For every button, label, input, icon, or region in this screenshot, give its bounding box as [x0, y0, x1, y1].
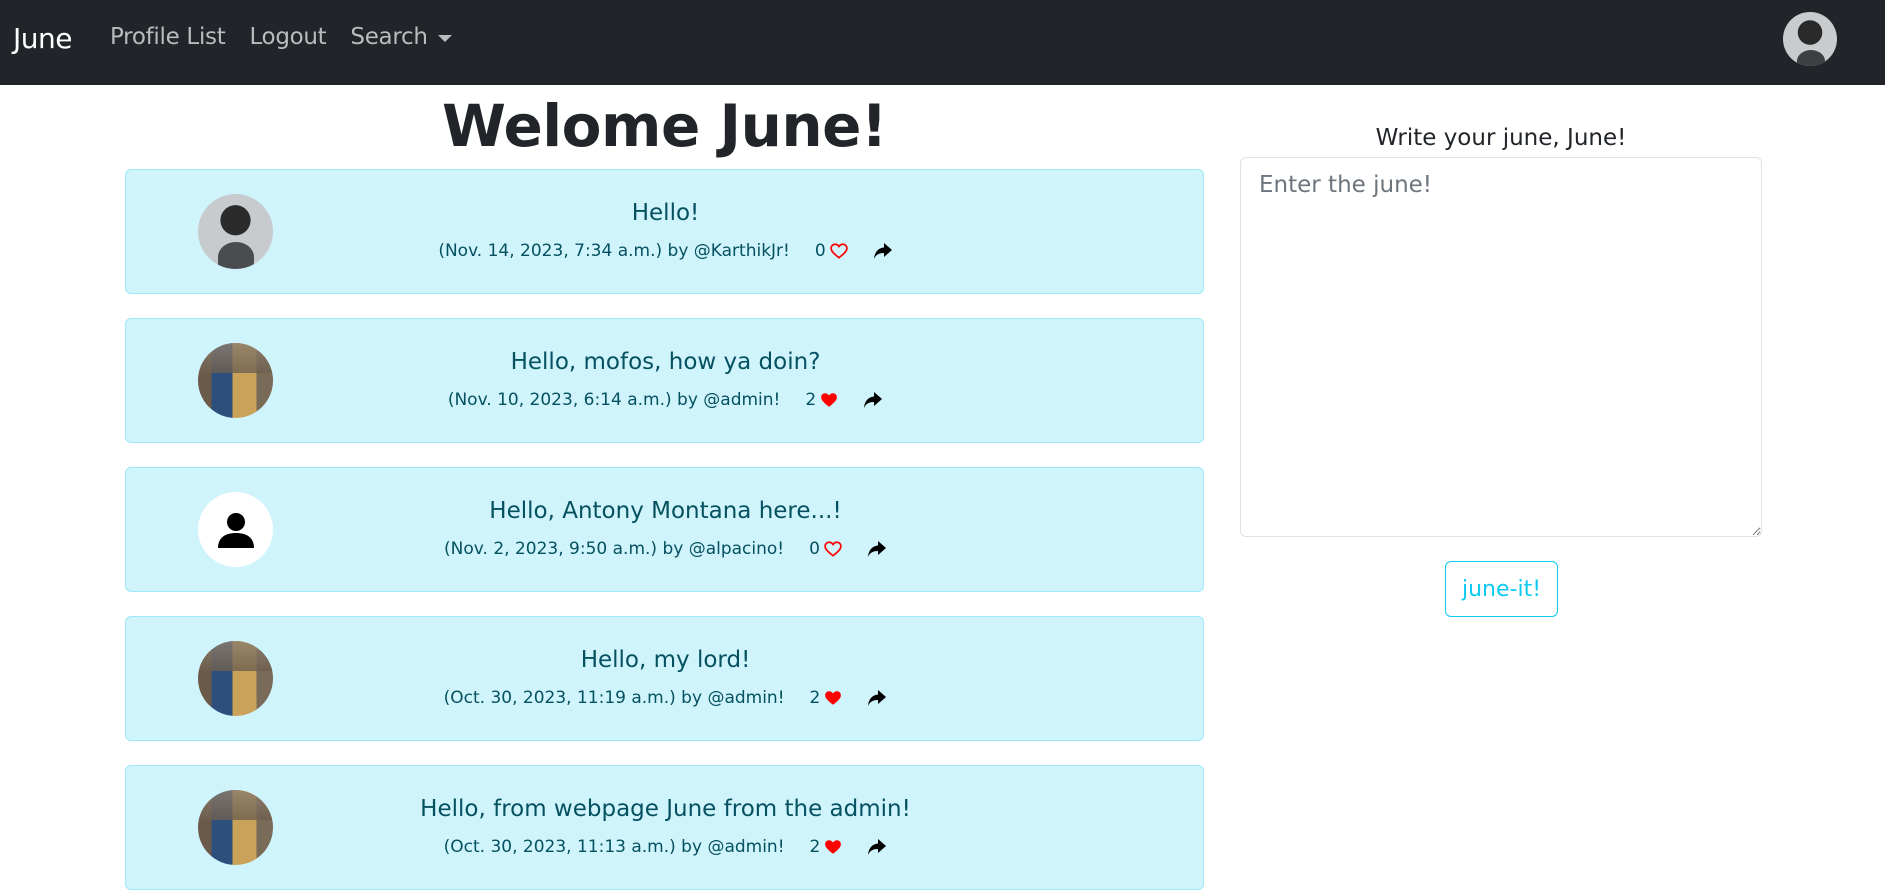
like-count: 2 [805, 390, 817, 410]
feed-item-meta: (Oct. 30, 2023, 11:19 a.m.) by @admin! 2 [126, 688, 1205, 708]
feed-item-text: Hello! [631, 200, 700, 226]
nav-links: Profile List Logout Search [110, 24, 476, 50]
feed-item-meta: (Nov. 10, 2023, 6:14 a.m.) by @admin! 2 [126, 390, 1205, 410]
like-button[interactable]: 2 [810, 837, 843, 857]
compose-label: Write your june, June! [1375, 125, 1627, 151]
like-button[interactable]: 0 [815, 241, 848, 261]
share-icon[interactable] [867, 838, 887, 856]
share-icon[interactable] [863, 391, 883, 409]
feed-item-text: Hello, from webpage June from the admin! [420, 796, 911, 822]
search-dropdown-label: Search [350, 24, 428, 50]
chevron-down-icon [437, 34, 452, 42]
nav-link-logout[interactable]: Logout [249, 24, 326, 50]
heart-filled-icon [825, 691, 842, 705]
feed-item: Hello, Antony Montana here...! (Nov. 2, … [125, 467, 1204, 592]
june-textarea[interactable] [1240, 157, 1762, 537]
like-count: 0 [809, 539, 820, 559]
feed-item-byline: (Nov. 14, 2023, 7:34 a.m.) by @KarthikJr… [438, 241, 790, 261]
feed-item-byline: (Oct. 30, 2023, 11:19 a.m.) by @admin! [443, 688, 785, 708]
feed-item-byline: (Nov. 10, 2023, 6:14 a.m.) by @admin! [447, 390, 781, 410]
feed-item: Hello, from webpage June from the admin!… [125, 765, 1204, 890]
feed-item-text: Hello, Antony Montana here...! [489, 498, 842, 524]
share-icon[interactable] [867, 689, 887, 707]
feed-item-meta: (Oct. 30, 2023, 11:13 a.m.) by @admin! 2 [126, 837, 1205, 857]
user-avatar[interactable] [1783, 12, 1837, 66]
feed-item-meta: (Nov. 14, 2023, 7:34 a.m.) by @KarthikJr… [126, 241, 1205, 261]
feed-item-text: Hello, mofos, how ya doin? [510, 349, 821, 375]
like-button[interactable]: 2 [805, 390, 838, 410]
like-count: 2 [809, 837, 821, 857]
top-navbar: June Profile List Logout Search [0, 0, 1885, 85]
like-count: 0 [814, 241, 826, 261]
feed-item-byline: (Nov. 2, 2023, 9:50 a.m.) by @alpacino! [444, 539, 785, 559]
feed-item-byline: (Oct. 30, 2023, 11:13 a.m.) by @admin! [443, 837, 785, 857]
heart-outline-icon [824, 541, 842, 557]
heart-outline-icon [829, 243, 848, 259]
june-it-button[interactable]: june-it! [1445, 561, 1558, 617]
feed-item: Hello! (Nov. 14, 2023, 7:34 a.m.) by @Ka… [125, 169, 1204, 294]
feed-item-meta: (Nov. 2, 2023, 9:50 a.m.) by @alpacino! … [126, 539, 1205, 559]
feed-item: Hello, my lord! (Oct. 30, 2023, 11:19 a.… [125, 616, 1204, 741]
like-button[interactable]: 0 [809, 539, 842, 559]
share-icon[interactable] [873, 242, 893, 260]
feed-item: Hello, mofos, how ya doin? (Nov. 10, 202… [125, 318, 1204, 443]
like-button[interactable]: 2 [810, 688, 843, 708]
like-count: 2 [809, 688, 821, 708]
page-title: Welome June! [442, 92, 887, 160]
feed-item-text: Hello, my lord! [580, 647, 751, 673]
share-icon[interactable] [867, 540, 887, 558]
brand-link[interactable]: June [13, 22, 72, 55]
heart-filled-icon [825, 840, 842, 854]
heart-filled-icon [821, 393, 838, 407]
nav-link-search-dropdown[interactable]: Search [350, 24, 452, 50]
nav-link-profile-list[interactable]: Profile List [110, 24, 226, 50]
